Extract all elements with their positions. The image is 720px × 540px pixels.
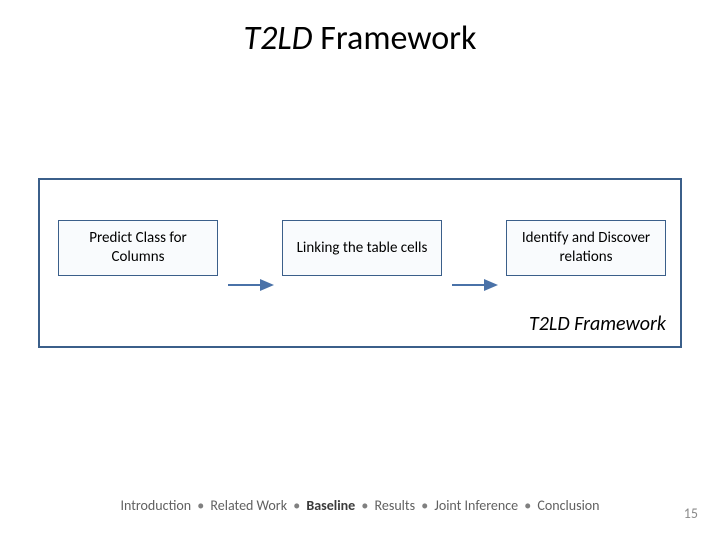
slide-title: T2LD Framework <box>0 18 720 59</box>
breadcrumb-item: Baseline <box>306 497 355 514</box>
breadcrumb-item: Introduction <box>120 497 191 514</box>
breadcrumb-item: Joint Inference <box>434 497 518 514</box>
page-number: 15 <box>684 505 698 522</box>
title-italic: T2LD <box>244 18 313 59</box>
framework-caption: T2LD Framework <box>529 312 666 336</box>
arrow-icon <box>226 275 274 295</box>
breadcrumb-item: Results <box>375 497 416 514</box>
stage-label: Predict Class for Columns <box>65 229 211 267</box>
breadcrumb-item: Conclusion <box>537 497 599 514</box>
stage-row: Predict Class for Columns Linking the ta… <box>40 220 680 280</box>
arrow-icon <box>450 275 498 295</box>
breadcrumb: Introduction • Related Work • Baseline •… <box>0 497 720 514</box>
breadcrumb-separator: • <box>194 497 207 514</box>
stage-box-2: Linking the table cells <box>282 220 442 276</box>
breadcrumb-separator: • <box>290 497 303 514</box>
breadcrumb-item: Related Work <box>210 497 287 514</box>
stage-label: Linking the table cells <box>297 239 428 258</box>
framework-container: Predict Class for Columns Linking the ta… <box>38 178 682 348</box>
stage-box-1: Predict Class for Columns <box>58 220 218 276</box>
breadcrumb-separator: • <box>521 497 534 514</box>
breadcrumb-separator: • <box>418 497 431 514</box>
stage-box-3: Identify and Discover relations <box>506 220 666 276</box>
title-rest: Framework <box>313 18 477 59</box>
stage-label: Identify and Discover relations <box>513 229 659 267</box>
breadcrumb-separator: • <box>358 497 371 514</box>
